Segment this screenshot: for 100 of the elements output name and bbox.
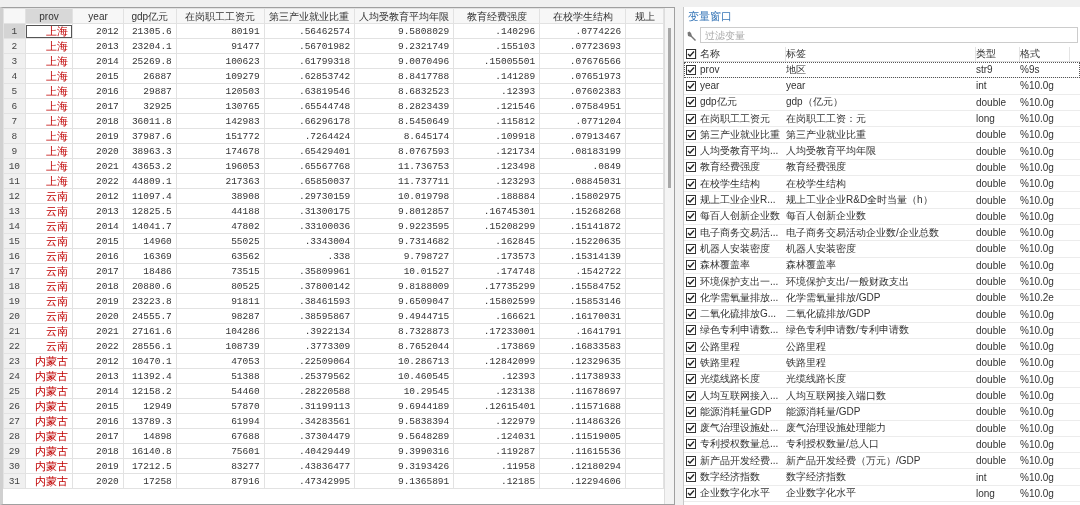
checkbox[interactable] [686,146,696,157]
table-cell: .15853146 [539,293,626,309]
table-cell: 174678 [176,143,265,159]
checkbox[interactable] [686,64,696,75]
column-header[interactable]: prov [25,8,73,24]
checkbox[interactable] [686,390,696,401]
table-cell: 2016 [72,248,124,264]
table-cell: 9.1365891 [354,473,454,489]
variable-row[interactable]: 森林覆盖率 森林覆盖率 double %10.0g [684,257,1080,274]
column-header[interactable]: 格式 [1020,46,1070,61]
variable-row[interactable]: 专利授权数量总... 专利授权数量/总人口 double %10.0g [684,436,1080,454]
variable-row[interactable]: 二氧化硫排放G... 二氧化硫排放/GDP double %10.0g [684,306,1080,323]
checkbox[interactable] [686,439,696,450]
column-header[interactable]: year [72,8,124,24]
variable-type: double [976,422,1008,434]
scrollbar[interactable] [664,8,674,504]
variable-type: double [976,178,1008,190]
checkbox[interactable] [686,358,696,368]
variable-label: 公路里程 [786,339,827,354]
variable-row[interactable]: 铁路里程 铁路里程 double %10.0g [684,355,1080,372]
column-header[interactable]: 名称 [700,46,786,61]
checkbox[interactable] [686,243,696,254]
column-header[interactable]: 标签 [786,46,976,61]
checkbox[interactable] [686,488,696,499]
variable-row[interactable]: 规上工业企业R... 规上工业企业R&D全时当量（h） double %10.0g [684,192,1080,209]
checkbox[interactable] [686,97,696,108]
column-header[interactable]: 在岗职工工资元 [176,8,265,24]
table-cell: .15268268 [539,203,626,219]
variable-format: %10.0g [1020,259,1055,271]
checkbox[interactable] [686,423,696,434]
table-cell: .16170031 [539,308,626,324]
checkbox[interactable] [686,309,696,320]
checkbox[interactable] [686,472,696,483]
checkbox[interactable] [686,374,696,385]
variable-row[interactable]: 数字经济指数 数字经济指数 int %10.0g [684,469,1080,486]
checkbox[interactable] [686,227,696,238]
variable-row[interactable]: 化学需氧量排放... 化学需氧量排放/GDP double %10.2e [684,290,1080,307]
checkbox[interactable] [686,80,696,91]
variable-row[interactable]: 绿色专利申请数... 绿色专利申请数/专利申请数 double %10.0g [684,322,1080,340]
checkbox[interactable] [686,129,696,140]
table-cell: .15314139 [539,248,626,264]
variable-type: double [976,373,1008,385]
variable-row[interactable]: year year int %10.0g [684,78,1080,95]
checkbox[interactable] [686,292,696,303]
variable-row[interactable]: 企业数字化水平 企业数字化水平 long %10.0g [684,485,1080,502]
checkbox[interactable] [686,162,696,173]
checkbox[interactable] [686,260,696,271]
table-cell: 2018 [72,443,124,459]
table-cell: 上海 [25,98,73,114]
table-cell: 9.7314682 [354,233,454,249]
column-header[interactable]: 规上 [625,8,664,24]
column-header[interactable]: 教育经费强度 [453,8,540,24]
checkbox[interactable] [686,455,696,466]
checkbox[interactable] [686,48,697,59]
filter-field[interactable]: 过滤变量 [700,27,1078,43]
table-cell: .12393 [453,83,540,99]
checkbox[interactable] [686,113,696,124]
variable-type: double [976,308,1008,320]
table-cell: 91811 [176,293,265,309]
variable-row[interactable]: 电子商务交易活... 电子商务交易活动企业数/企业总数 double %10.0g [684,224,1080,242]
checkbox[interactable] [686,341,696,352]
checkbox[interactable] [686,276,696,287]
table-cell: .65544748 [264,98,355,114]
checkbox[interactable] [686,211,696,222]
table-cell: 9.9223595 [354,218,454,234]
column-header[interactable]: gdp亿元 [123,8,177,24]
variable-row[interactable]: 机器人安装密度 机器人安装密度 double %10.0g [684,241,1080,258]
variable-row[interactable]: 人均互联网接入... 人均互联网接入端口数 double %10.0g [684,387,1080,405]
variable-row[interactable]: 公路里程 公路里程 double %10.0g [684,339,1080,356]
checkbox[interactable] [686,195,696,205]
checkbox[interactable] [686,406,696,417]
variable-row[interactable]: 在校学生结构 在校学生结构 double %10.0g [684,176,1080,193]
variable-row[interactable]: 教育经费强度 教育经费强度 double %10.0g [684,159,1080,177]
column-header[interactable]: 第三产业就业比重 [264,8,355,24]
table-cell: 9.3193426 [354,458,454,474]
variable-row[interactable]: 环境保护支出一... 环境保护支出/一般财政支出 double %10.0g [684,273,1080,291]
scrollbar-thumb[interactable] [668,28,671,188]
column-header[interactable]: 人均受教育平均年限 [354,8,454,24]
variable-row[interactable]: 废气治理设施处... 废气治理设施处理能力 double %10.0g [684,420,1080,437]
table-cell: 9.6509047 [354,293,454,309]
variable-row[interactable]: 在岗职工工资元 在岗职工工资：元 long %10.0g [684,110,1080,128]
table-cell: .37304479 [264,428,355,444]
variable-row[interactable]: 人均受教育平均... 人均受教育平均年限 double %10.0g [684,143,1080,160]
variable-row[interactable]: 每百人创新企业数 每百人创新企业数 double %10.0g [684,208,1080,225]
variable-row[interactable]: gdp亿元 gdp（亿元） double %10.0g [684,94,1080,111]
variable-row[interactable]: prov 地区 str9 %9s [684,62,1080,79]
table-cell: 10.019798 [354,188,454,204]
column-header[interactable]: 类型 [976,46,1020,61]
checkbox[interactable] [686,178,696,189]
variable-row[interactable]: 光缆线路长度 光缆线路长度 double %10.0g [684,371,1080,388]
variable-row[interactable]: 第三产业就业比重 第三产业就业比重 double %10.0g [684,127,1080,144]
variable-row[interactable]: 能源消耗量GDP 能源消耗量/GDP double %10.0g [684,404,1080,421]
checkbox[interactable] [686,325,696,336]
variable-row[interactable]: 新产品开发经费... 新产品开发经费（万元）/GDP double %10.0g [684,453,1080,470]
table-cell: .123138 [453,383,540,399]
variable-label: 能源消耗量/GDP [786,404,862,419]
table-cell: .0849 [539,158,626,174]
variable-format: %10.0g [1020,487,1055,499]
table-cell: 8.8417788 [354,68,454,84]
column-header[interactable]: 在校学生结构 [539,8,626,24]
